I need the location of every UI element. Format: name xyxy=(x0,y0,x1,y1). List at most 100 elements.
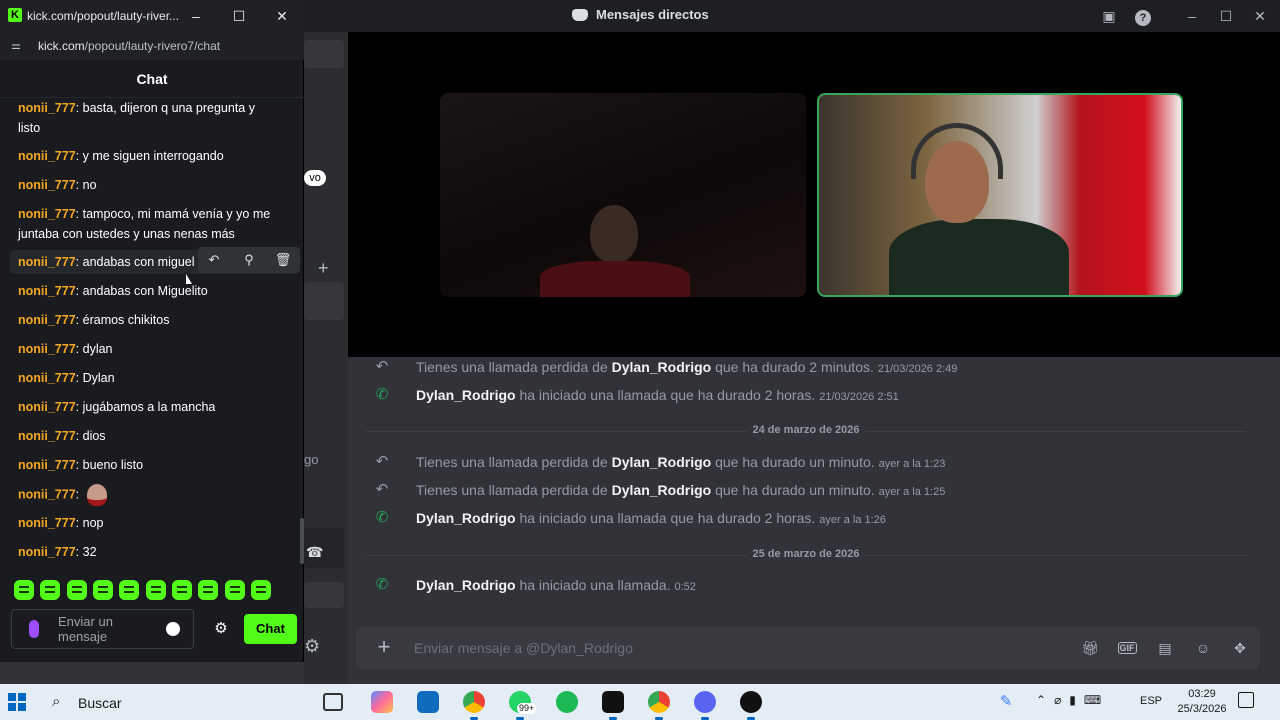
outlook-icon[interactable] xyxy=(417,691,439,713)
mic-tray-icon[interactable]: ▮ xyxy=(1069,693,1076,713)
user-link[interactable]: Dylan_Rodrigo xyxy=(612,359,712,375)
emote-button[interactable] xyxy=(67,580,87,600)
missed-call-icon: ↶ xyxy=(375,453,389,470)
chat-username[interactable]: nonii_777 xyxy=(18,101,76,115)
call-log-row: ✆ Dylan_Rodrigo ha iniciado una llamada … xyxy=(375,509,886,527)
chat-username[interactable]: nonii_777 xyxy=(18,178,76,192)
kick-address-bar[interactable]: ⚌ kick.com/popout/lauty-rivero7/chat xyxy=(0,32,304,60)
capcut-icon[interactable] xyxy=(602,691,624,720)
emote-button[interactable] xyxy=(146,580,166,600)
chat-username[interactable]: nonii_777 xyxy=(18,545,76,559)
chat-input[interactable]: Enviar un mensaje xyxy=(11,609,194,649)
chat-username[interactable]: nonii_777 xyxy=(18,313,76,327)
chat-username[interactable]: nonii_777 xyxy=(18,371,76,385)
video-tile-remote[interactable] xyxy=(440,93,806,297)
user-link[interactable]: Dylan_Rodrigo xyxy=(416,577,516,593)
emote-button[interactable] xyxy=(14,580,34,600)
kick-minimize-button[interactable]: – xyxy=(186,6,206,26)
emote-button[interactable] xyxy=(119,580,139,600)
video-tile-speaking[interactable] xyxy=(817,93,1183,297)
chat-send-button[interactable]: Chat xyxy=(244,614,297,644)
network-icon[interactable]: ⌀ xyxy=(1054,693,1061,713)
user-link[interactable]: Dylan_Rodrigo xyxy=(416,510,516,526)
chat-username[interactable]: nonii_777 xyxy=(18,400,76,414)
emote-button[interactable] xyxy=(251,580,271,600)
mic-icon[interactable] xyxy=(29,620,39,638)
remote-person-body xyxy=(540,261,690,297)
chevron-up-icon[interactable]: ⌃ xyxy=(1036,693,1046,713)
chat-username[interactable]: nonii_777 xyxy=(18,207,76,221)
spotify-icon[interactable] xyxy=(556,691,578,713)
hangup-icon[interactable]: ☎ xyxy=(306,544,323,561)
add-attachment-icon[interactable]: + xyxy=(372,636,396,660)
pen-tray-icon[interactable]: ✎ xyxy=(996,692,1016,712)
emote-button[interactable] xyxy=(40,580,60,600)
reply-icon[interactable]: ↶ xyxy=(203,250,225,270)
discord-logo-icon xyxy=(572,8,588,21)
sidebar-item-ghost[interactable] xyxy=(304,282,344,320)
add-dm-icon[interactable]: + xyxy=(318,258,329,279)
chat-settings-icon[interactable]: ⚙ xyxy=(212,620,230,638)
timestamp: ayer a la 1:25 xyxy=(878,486,946,498)
chat-username[interactable]: nonii_777 xyxy=(18,429,76,443)
chat-username[interactable]: nonii_777 xyxy=(18,458,76,472)
emote-button[interactable] xyxy=(225,580,245,600)
message-input[interactable] xyxy=(414,638,1054,658)
chat-username[interactable]: nonii_777 xyxy=(18,149,76,163)
chat-input-placeholder: Enviar un mensaje xyxy=(58,614,113,644)
kick-maximize-button[interactable]: ☐ xyxy=(229,6,249,26)
remote-person xyxy=(590,205,638,263)
date-divider: 24 de marzo de 2026 xyxy=(366,424,1246,438)
notifications-icon[interactable] xyxy=(1238,692,1254,708)
task-view-icon[interactable] xyxy=(323,693,343,711)
headphones-icon xyxy=(911,123,1003,179)
chat-username[interactable]: nonii_777 xyxy=(18,284,76,298)
windows-start-icon[interactable] xyxy=(8,693,26,711)
input-language[interactable]: ESP xyxy=(1140,695,1162,707)
chat-username[interactable]: nonii_777 xyxy=(18,255,76,269)
site-info-icon[interactable]: ⚌ xyxy=(11,39,25,53)
user-settings-icon[interactable]: ⚙ xyxy=(304,636,320,657)
emote-button[interactable] xyxy=(93,580,113,600)
cursor-icon xyxy=(186,274,192,284)
clock[interactable]: 03:29 25/3/2026 xyxy=(1172,687,1232,717)
chrome-icon[interactable] xyxy=(463,691,485,720)
sidebar-text-ghost: go xyxy=(304,452,319,467)
app-taskbar-icon[interactable] xyxy=(740,691,762,720)
gif-icon[interactable]: GIF xyxy=(1117,638,1137,658)
apps-icon[interactable]: ✥ xyxy=(1230,638,1250,658)
sticker-icon[interactable]: ▤ xyxy=(1155,638,1175,658)
chat-scrollbar[interactable] xyxy=(300,518,304,564)
keyboard-icon[interactable]: ⌨ xyxy=(1084,693,1101,713)
inbox-icon[interactable]: ▣ xyxy=(1099,6,1119,26)
chat-message: nonii_777: jugábamos a la mancha xyxy=(18,400,216,414)
chat-username[interactable]: nonii_777 xyxy=(18,516,76,530)
emote-button[interactable] xyxy=(198,580,218,600)
pin-icon[interactable]: ⚲ xyxy=(238,250,260,270)
emoji-icon[interactable]: ☺ xyxy=(1193,638,1213,658)
kick-url[interactable]: kick.com/popout/lauty-rivero7/chat xyxy=(38,39,220,53)
copilot-icon[interactable] xyxy=(371,691,393,713)
close-button[interactable]: ✕ xyxy=(1250,6,1270,26)
chrome-profile-icon[interactable] xyxy=(648,691,670,720)
delete-icon[interactable]: 🗑︎ xyxy=(272,250,294,270)
chat-message: nonii_777: y me siguen interrogando xyxy=(18,149,224,163)
user-link[interactable]: Dylan_Rodrigo xyxy=(416,387,516,403)
maximize-button[interactable]: ☐ xyxy=(1216,6,1236,26)
emoji-picker-icon[interactable] xyxy=(166,622,180,636)
minimize-button[interactable]: – xyxy=(1182,6,1202,26)
whatsapp-icon[interactable]: 99+ xyxy=(509,691,537,720)
discord-window-title: Mensajes directos xyxy=(572,7,709,22)
timestamp: 21/03/2026 2:51 xyxy=(819,391,899,403)
emote-button[interactable] xyxy=(172,580,192,600)
user-link[interactable]: Dylan_Rodrigo xyxy=(612,482,712,498)
chat-message: nonii_777: xyxy=(18,484,280,506)
discord-taskbar-icon[interactable] xyxy=(694,691,716,720)
chat-username[interactable]: nonii_777 xyxy=(18,487,76,501)
taskbar-search[interactable]: ⌕ Buscar xyxy=(44,686,312,718)
user-link[interactable]: Dylan_Rodrigo xyxy=(612,454,712,470)
help-icon[interactable]: ? xyxy=(1133,6,1153,26)
chat-username[interactable]: nonii_777 xyxy=(18,342,76,356)
kick-close-button[interactable]: ✕ xyxy=(272,6,292,26)
gift-icon[interactable]: 🎁︎ xyxy=(1080,638,1100,658)
